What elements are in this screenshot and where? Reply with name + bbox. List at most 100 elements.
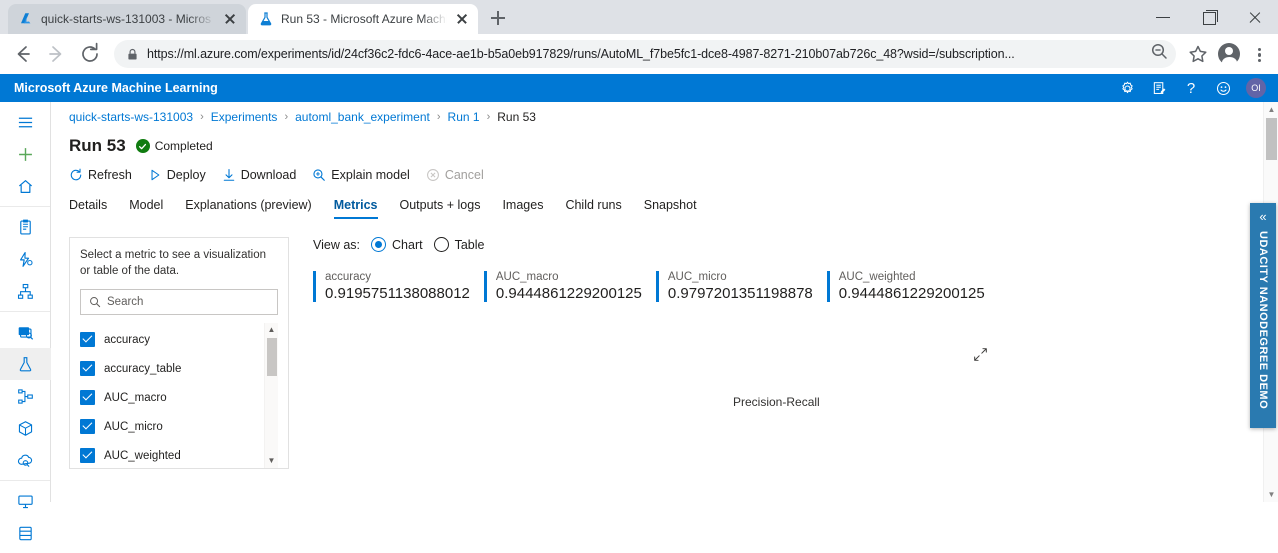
udacity-demo-tab[interactable]: « UDACITY NANODEGREE DEMO	[1250, 203, 1276, 428]
metric-checkbox-accuracy[interactable]	[80, 332, 95, 348]
browser-tab-2-close-icon[interactable]	[454, 11, 470, 27]
metric-list-scrollbar[interactable]: ▲ ▼	[264, 323, 278, 468]
expand-diagonal-arrows-icon[interactable]	[973, 347, 988, 367]
compute-monitor-icon[interactable]	[0, 485, 51, 517]
designer-icon[interactable]	[0, 275, 51, 307]
endpoints-cloud-icon[interactable]	[0, 444, 51, 476]
breadcrumb-item-experiments[interactable]: Experiments	[211, 110, 278, 124]
browser-profile-avatar-icon[interactable]	[1218, 43, 1240, 68]
breadcrumb-item-experiment[interactable]: automl_bank_experiment	[295, 110, 430, 124]
datasets-icon[interactable]	[0, 316, 51, 348]
new-item-plus-icon[interactable]	[0, 138, 51, 170]
explain-model-button[interactable]: Explain model	[312, 168, 410, 182]
tab-metrics[interactable]: Metrics	[333, 198, 378, 219]
page-header: Run 53 Completed	[51, 124, 1248, 156]
browser-tab-1[interactable]: quick-starts-ws-131003 - Micros	[8, 4, 246, 34]
smiley-feedback-icon[interactable]	[1210, 75, 1236, 101]
datastores-icon[interactable]	[0, 517, 51, 549]
browser-tab-2-title: Run 53 - Microsoft Azure Machin	[281, 12, 447, 26]
magnifier-plus-icon	[312, 168, 326, 182]
rail-group-top	[0, 102, 50, 207]
radio-table[interactable]	[433, 237, 449, 252]
azure-header: Microsoft Azure Machine Learning ? OI	[0, 74, 1278, 102]
window-maximize-button[interactable]	[1186, 0, 1232, 34]
browser-menu-icon[interactable]	[1246, 40, 1272, 68]
radio-chart[interactable]	[371, 237, 387, 252]
tab-images[interactable]: Images	[502, 198, 543, 219]
window-minimize-button[interactable]	[1140, 0, 1186, 34]
search-input[interactable]: Search	[80, 289, 278, 316]
list-item[interactable]: AUC_weighted	[80, 441, 264, 468]
feedback-document-icon[interactable]	[1146, 75, 1172, 101]
metric-stat-value: 0.9444861229200125	[838, 285, 985, 302]
hamburger-menu-icon[interactable]	[0, 106, 51, 138]
metric-stat-value: 0.9195751138088012	[325, 285, 470, 302]
list-item[interactable]: AUC_macro	[80, 383, 264, 412]
bookmark-star-icon[interactable]	[1184, 40, 1212, 68]
help-question-icon[interactable]: ?	[1178, 75, 1204, 101]
notebooks-icon[interactable]	[0, 211, 51, 243]
cancel-circle-icon	[426, 168, 440, 182]
metric-label: accuracy_table	[104, 362, 182, 375]
metric-checkbox-auc-micro[interactable]	[80, 419, 95, 435]
browser-tab-1-close-icon[interactable]	[222, 11, 238, 27]
home-icon[interactable]	[0, 170, 51, 202]
forward-arrow-icon[interactable]	[40, 38, 72, 70]
metric-selector-hint: Select a metric to see a visualization o…	[80, 249, 267, 277]
azure-header-actions: ? OI	[1114, 75, 1270, 101]
breadcrumb-separator-icon: ›	[436, 111, 441, 123]
radio-chart-label: Chart	[392, 237, 423, 252]
scrollbar-track[interactable]	[265, 334, 279, 457]
metric-checkbox-auc-macro[interactable]	[80, 390, 95, 406]
list-item[interactable]: accuracy_table	[80, 354, 264, 383]
tab-model[interactable]: Model	[129, 198, 163, 219]
page-scroll-down-arrow-icon[interactable]: ▼	[1264, 487, 1278, 502]
view-as-chart-option[interactable]: Chart	[371, 237, 423, 252]
back-arrow-icon[interactable]	[6, 38, 38, 70]
zoom-out-icon[interactable]	[1148, 40, 1170, 68]
metric-stat-auc-macro: AUC_macro 0.9444861229200125	[483, 271, 656, 302]
new-tab-button[interactable]	[484, 4, 512, 32]
breadcrumb-item-workspace[interactable]: quick-starts-ws-131003	[69, 110, 193, 124]
scroll-down-arrow-icon[interactable]: ▼	[268, 457, 276, 465]
view-as-table-option[interactable]: Table	[433, 237, 484, 252]
list-item[interactable]: AUC_micro	[80, 412, 264, 441]
collapse-chevron-icon[interactable]: «	[1259, 210, 1266, 223]
tab-explanations[interactable]: Explanations (preview)	[185, 198, 311, 219]
download-button[interactable]: Download	[222, 168, 296, 182]
view-as-label: View as:	[313, 237, 361, 252]
page-scrollbar-thumb[interactable]	[1266, 118, 1277, 160]
metric-label: AUC_weighted	[104, 449, 181, 462]
play-triangle-icon	[148, 168, 162, 182]
browser-tab-1-title: quick-starts-ws-131003 - Micros	[41, 12, 212, 26]
address-bar[interactable]: https://ml.azure.com/experiments/id/24cf…	[114, 40, 1176, 68]
breadcrumb-separator-icon: ›	[486, 111, 491, 123]
tab-details[interactable]: Details	[69, 198, 107, 219]
metric-checkbox-auc-weighted[interactable]	[80, 448, 95, 464]
tab-outputs-logs[interactable]: Outputs + logs	[400, 198, 481, 219]
page-scroll-up-arrow-icon[interactable]: ▲	[1264, 102, 1278, 117]
gear-icon[interactable]	[1114, 75, 1140, 101]
flask-icon	[258, 11, 274, 27]
refresh-button[interactable]: Refresh	[69, 168, 132, 182]
browser-tab-2[interactable]: Run 53 - Microsoft Azure Machin	[248, 4, 478, 34]
udacity-demo-label: UDACITY NANODEGREE DEMO	[1257, 231, 1269, 410]
search-placeholder: Search	[107, 296, 144, 309]
list-item[interactable]: accuracy	[80, 325, 264, 354]
pipelines-icon[interactable]	[0, 380, 51, 412]
scrollbar-thumb[interactable]	[266, 338, 277, 377]
experiments-flask-icon[interactable]	[0, 348, 51, 380]
scroll-up-arrow-icon[interactable]: ▲	[268, 326, 276, 334]
status-check-icon	[135, 139, 150, 153]
metric-checkbox-accuracy-table[interactable]	[80, 361, 95, 377]
tab-snapshot[interactable]: Snapshot	[644, 198, 697, 219]
automated-ml-icon[interactable]	[0, 243, 51, 275]
window-close-button[interactable]	[1232, 0, 1278, 34]
models-cube-icon[interactable]	[0, 412, 51, 444]
reload-icon[interactable]	[74, 38, 106, 70]
deploy-button[interactable]: Deploy	[148, 168, 206, 182]
tab-child-runs[interactable]: Child runs	[565, 198, 621, 219]
breadcrumb-item-run1[interactable]: Run 1	[448, 110, 480, 124]
metric-selector-panel: Select a metric to see a visualization o…	[69, 237, 289, 469]
user-avatar[interactable]: OI	[1246, 78, 1266, 98]
